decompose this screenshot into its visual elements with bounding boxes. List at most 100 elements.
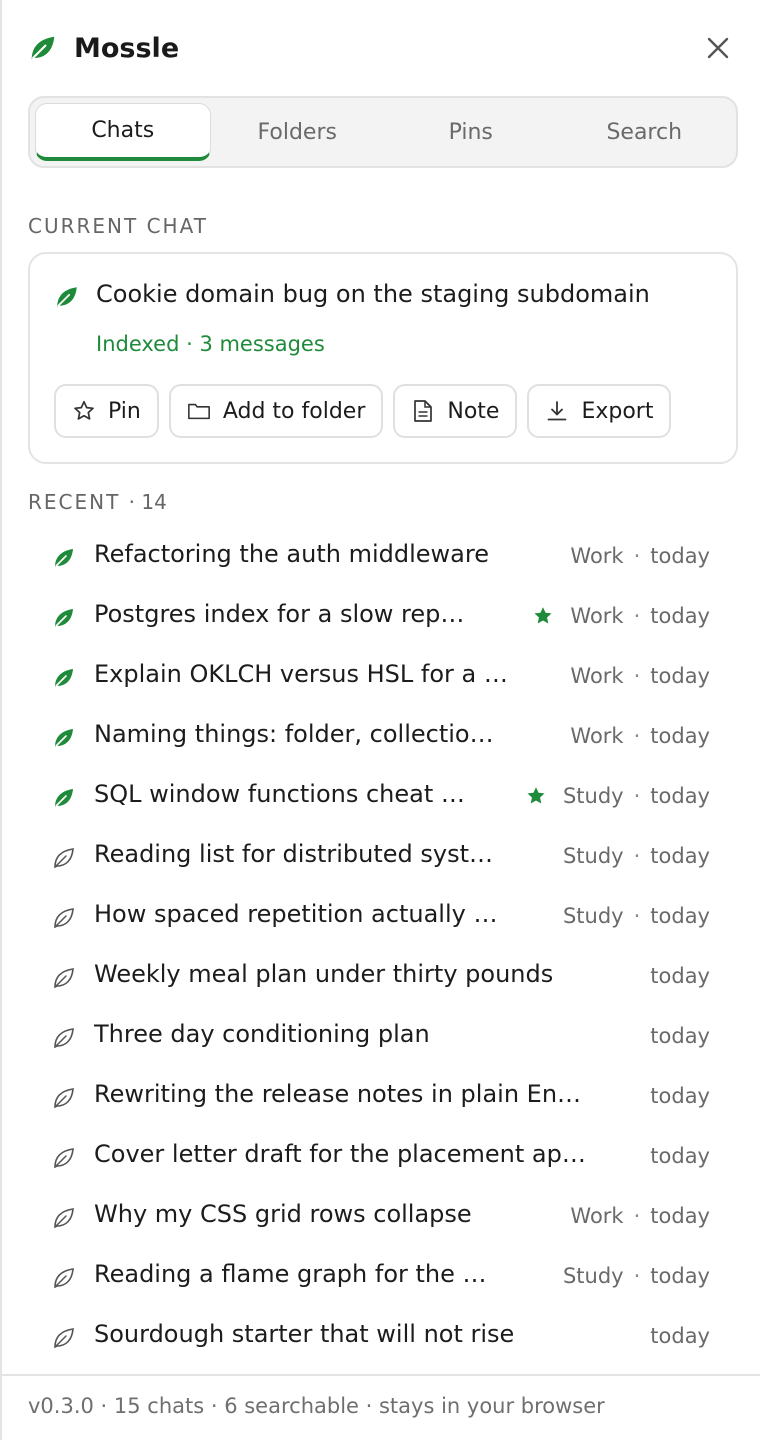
- chat-time: today: [650, 544, 710, 568]
- tab-chats[interactable]: Chats: [35, 103, 211, 161]
- chat-meta: Study · today: [563, 904, 710, 928]
- chat-time: today: [650, 1324, 710, 1348]
- chat-list-item[interactable]: Naming things: folder, collectio… Work · to…: [28, 708, 728, 768]
- app-title: Mossle: [74, 32, 180, 64]
- panel-header: Mossle: [28, 28, 736, 68]
- chat-folder: Study: [562, 904, 624, 928]
- chat-meta: Work · today: [570, 1204, 710, 1228]
- chat-list-item[interactable]: Three day conditioning plan today: [28, 1008, 728, 1068]
- chat-meta: Study · today: [563, 1264, 710, 1288]
- tab-folders[interactable]: Folders: [211, 103, 385, 161]
- chat-title: Cover letter draft for the placement ap…: [94, 1140, 586, 1168]
- chat-meta: today: [650, 1324, 710, 1348]
- chat-meta: today: [650, 964, 710, 988]
- chat-list-item[interactable]: Postgres index for a slow rep… Work · today: [28, 588, 728, 648]
- note-icon: [411, 399, 435, 423]
- current-chat-status: Indexed · 3 messages: [96, 332, 325, 356]
- chat-folder: Study: [562, 784, 624, 808]
- meta-separator: ·: [633, 844, 641, 868]
- chat-title: Three day conditioning plan: [94, 1020, 430, 1048]
- chat-meta: today: [650, 1144, 710, 1168]
- recent-chat-list: Refactoring the auth middleware Work · toda…: [28, 528, 728, 1368]
- chat-meta: Work · today: [570, 724, 710, 748]
- current-chat-actions: Pin Add to folder Note Export: [54, 384, 672, 438]
- chat-meta: Work · today: [570, 544, 710, 568]
- add-to-folder-label: Add to folder: [222, 398, 366, 424]
- leaf-outline-icon: [52, 1146, 76, 1170]
- chat-list-item[interactable]: Rewriting the release notes in plain En……: [28, 1068, 728, 1128]
- close-button[interactable]: [702, 32, 734, 64]
- chat-title: Refactoring the auth middleware: [94, 540, 489, 568]
- chat-meta: Study · today: [563, 844, 710, 868]
- meta-separator: ·: [633, 1264, 641, 1288]
- chat-title: Rewriting the release notes in plain En…: [94, 1080, 582, 1108]
- leaf-outline-icon: [52, 966, 76, 990]
- chat-title: Reading a flame graph for the …: [94, 1260, 487, 1288]
- chat-time: today: [650, 604, 710, 628]
- chat-folder: Study: [562, 844, 624, 868]
- meta-separator: ·: [633, 664, 641, 688]
- chat-time: today: [650, 844, 710, 868]
- star-filled-icon: [525, 785, 547, 807]
- chat-folder: Work: [570, 544, 624, 568]
- chat-title: Postgres index for a slow rep…: [94, 600, 465, 628]
- add-to-folder-button[interactable]: Add to folder: [168, 384, 384, 438]
- chat-list-item[interactable]: Why my CSS grid rows collapse Work · today: [28, 1188, 728, 1248]
- chat-time: today: [650, 784, 710, 808]
- leaf-icon: [52, 666, 76, 690]
- side-panel: Mossle Chats Folders Pins Search CURRENT…: [0, 0, 760, 1440]
- export-button[interactable]: Export: [527, 384, 672, 438]
- chat-list-item[interactable]: Refactoring the auth middleware Work · toda…: [28, 528, 728, 588]
- leaf-icon: [54, 284, 80, 314]
- chat-list-item[interactable]: Reading list for distributed syst… Study ·…: [28, 828, 728, 888]
- chat-time: today: [650, 1204, 710, 1228]
- chat-title: Explain OKLCH versus HSL for a …: [94, 660, 508, 688]
- note-button[interactable]: Note: [393, 384, 518, 438]
- chat-list-item[interactable]: Explain OKLCH versus HSL for a … Work · tod…: [28, 648, 728, 708]
- leaf-icon: [52, 546, 76, 570]
- chat-list-item[interactable]: SQL window functions cheat … Study · today: [28, 768, 728, 828]
- chat-meta: Study · today: [525, 784, 710, 808]
- chat-folder: Work: [570, 1204, 624, 1228]
- chat-list-item[interactable]: Sourdough starter that will not rise toda…: [28, 1308, 728, 1368]
- chat-list-item[interactable]: Reading a flame graph for the … Study · tod…: [28, 1248, 728, 1308]
- meta-separator: ·: [633, 904, 641, 928]
- pin-button-label: Pin: [108, 398, 141, 424]
- meta-separator: ·: [633, 604, 641, 628]
- chat-list-item[interactable]: Cover letter draft for the placement ap……: [28, 1128, 728, 1188]
- chat-meta: today: [650, 1084, 710, 1108]
- meta-separator: ·: [633, 1204, 641, 1228]
- chat-title: Sourdough starter that will not rise: [94, 1320, 515, 1348]
- leaf-outline-icon: [52, 906, 76, 930]
- chat-time: today: [650, 1264, 710, 1288]
- chat-title: Weekly meal plan under thirty pounds: [94, 960, 554, 988]
- chat-list-item[interactable]: How spaced repetition actually … Study · to…: [28, 888, 728, 948]
- folder-icon: [187, 399, 211, 423]
- chat-folder: Study: [562, 1264, 624, 1288]
- leaf-outline-icon: [52, 1086, 76, 1110]
- close-icon: [707, 37, 729, 59]
- chat-title: Why my CSS grid rows collapse: [94, 1200, 472, 1228]
- leaf-icon: [52, 786, 76, 810]
- recent-heading: RECENT · 14: [28, 490, 167, 514]
- chat-list-item[interactable]: Weekly meal plan under thirty pounds toda…: [28, 948, 728, 1008]
- current-chat-title: Cookie domain bug on the staging subdoma…: [96, 280, 650, 308]
- chat-time: today: [650, 664, 710, 688]
- meta-separator: ·: [633, 544, 641, 568]
- leaf-outline-icon: [52, 1326, 76, 1350]
- leaf-icon: [52, 726, 76, 750]
- star-filled-icon: [532, 605, 554, 627]
- tab-search[interactable]: Search: [558, 103, 732, 161]
- chat-folder: Work: [570, 604, 624, 628]
- footer-status: v0.3.0 · 15 chats · 6 searchable · stays…: [28, 1394, 605, 1418]
- recent-heading-label: RECENT: [28, 490, 121, 514]
- leaf-outline-icon: [52, 1026, 76, 1050]
- chat-time: today: [650, 1084, 710, 1108]
- chat-folder: Work: [570, 724, 624, 748]
- star-outline-icon: [72, 399, 96, 423]
- download-icon: [545, 399, 569, 423]
- chat-meta: Work · today: [532, 604, 710, 628]
- pin-button[interactable]: Pin: [54, 384, 159, 438]
- note-button-label: Note: [447, 398, 500, 424]
- tab-pins[interactable]: Pins: [384, 103, 558, 161]
